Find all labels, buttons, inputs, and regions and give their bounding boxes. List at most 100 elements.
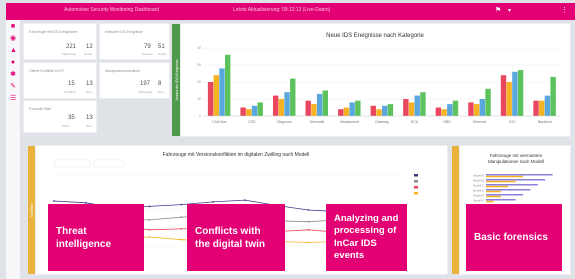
chart-title: Neue IDS Ereignisse nach Kategorie bbox=[326, 33, 424, 39]
bar bbox=[486, 174, 553, 176]
x-tick-label: Backend bbox=[538, 120, 552, 124]
filter-dropdown bbox=[93, 159, 125, 168]
bar bbox=[486, 175, 523, 178]
bar bbox=[224, 54, 231, 116]
bar bbox=[305, 100, 311, 116]
data-point bbox=[148, 205, 151, 208]
list-icon[interactable]: ☰ bbox=[10, 95, 16, 102]
data-point bbox=[307, 209, 310, 211]
y-tick-label: Modell F bbox=[473, 198, 484, 202]
y-tick-label: 0 bbox=[199, 114, 201, 118]
vehicle-icon[interactable]: ● bbox=[10, 59, 16, 66]
kpi-card-critical[interactable]: Kritische IDS-Ereignisse 79 51 Gesamt He… bbox=[100, 24, 169, 59]
app-title: Automotive Security Monitoring Dashboard bbox=[64, 7, 160, 13]
y-tick-label: 30 bbox=[197, 63, 201, 67]
x-tick-label: Diagnose bbox=[277, 120, 292, 124]
bar bbox=[284, 92, 290, 116]
bar bbox=[517, 70, 524, 116]
tools-icon[interactable]: ✎ bbox=[10, 83, 16, 90]
overlay-ids-analysis: Analyzing and processing of InCar IDS event… bbox=[326, 204, 407, 271]
kpi-card-manipulation[interactable]: Manipulationsverdacht 197 8 Fahrzeuge Ne… bbox=[100, 63, 169, 98]
bar bbox=[338, 109, 344, 116]
bar bbox=[479, 99, 486, 116]
bar bbox=[207, 82, 214, 116]
bar bbox=[408, 102, 415, 116]
bar bbox=[539, 100, 545, 116]
kpi-card-vehicles[interactable]: Fahrzeuge mit IDS-Ereignissen 221 12 Fah… bbox=[24, 24, 96, 59]
data-point bbox=[148, 219, 151, 221]
notification-icon[interactable]: ⚑ bbox=[495, 7, 501, 15]
y-tick-label: Modell E bbox=[473, 193, 484, 197]
data-point bbox=[180, 238, 183, 241]
y-tick-label: Modell C bbox=[473, 183, 484, 187]
side-rail: ■ ◉ ▲ ● ✱ ✎ ☰ bbox=[6, 20, 20, 279]
hbar-panel-strip bbox=[452, 146, 460, 274]
kpi-card-forensics[interactable]: Forensik-Fälle 35 13 Offen Neu bbox=[24, 101, 96, 132]
bar bbox=[349, 102, 355, 116]
bar bbox=[441, 109, 447, 116]
data-point bbox=[180, 228, 183, 230]
settings-icon[interactable]: ⋮ bbox=[561, 7, 568, 15]
bar bbox=[486, 200, 494, 203]
bar bbox=[278, 99, 285, 116]
chart-title: Manipulationen nach Modell bbox=[488, 159, 544, 164]
kpi-card-conflicts[interactable]: Offene Konflikte im DT 15 13 Konflikte N… bbox=[24, 63, 96, 98]
chart-title: Fahrzeuge mit vermuteten bbox=[490, 153, 543, 158]
bar bbox=[311, 104, 317, 116]
bar bbox=[414, 95, 420, 116]
bar bbox=[343, 107, 350, 116]
bar bbox=[486, 184, 538, 186]
x-tick-label: Infotainment bbox=[340, 120, 359, 124]
bar bbox=[251, 105, 258, 116]
bar bbox=[355, 100, 361, 116]
data-point bbox=[244, 199, 246, 201]
bar bbox=[322, 90, 328, 116]
bar bbox=[240, 107, 246, 116]
overlay-threat-intelligence: Threat intelligence bbox=[48, 204, 144, 271]
data-point bbox=[53, 200, 55, 202]
y-tick-label: Modell A bbox=[473, 173, 484, 177]
data-point bbox=[180, 216, 183, 219]
bar bbox=[486, 180, 516, 183]
data-point bbox=[212, 201, 214, 203]
bar bbox=[435, 107, 442, 116]
bar bbox=[382, 105, 388, 116]
bar bbox=[486, 194, 523, 196]
data-point bbox=[307, 220, 310, 223]
dashboard-icon[interactable]: ◉ bbox=[10, 35, 16, 42]
filter-dropdown bbox=[53, 159, 91, 168]
bar bbox=[403, 99, 409, 116]
y-tick-label: Modell D bbox=[473, 188, 484, 192]
x-tick-label: ECU bbox=[411, 120, 419, 124]
bar bbox=[219, 68, 225, 116]
alerts-icon[interactable]: ▲ bbox=[10, 47, 17, 54]
data-point bbox=[180, 203, 183, 206]
legend-swatch bbox=[414, 192, 418, 195]
chart-title: Fahrzeuge mit Versionskonflikten im digi… bbox=[163, 152, 310, 158]
bar bbox=[544, 95, 551, 116]
bar bbox=[486, 189, 531, 191]
top-bar: Automotive Security Monitoring Dashboard… bbox=[6, 3, 575, 20]
bar bbox=[213, 75, 219, 116]
bar bbox=[257, 102, 263, 116]
home-icon[interactable]: ■ bbox=[10, 23, 16, 30]
data-point bbox=[307, 228, 310, 231]
bar bbox=[486, 195, 501, 198]
user-menu-icon[interactable]: ▾ bbox=[508, 7, 511, 15]
network-icon[interactable]: ✱ bbox=[10, 71, 16, 78]
last-update-text: Letzte Aktualisierung: 09:12:13 (Live-Da… bbox=[233, 7, 331, 13]
bar bbox=[468, 102, 474, 116]
bar bbox=[473, 104, 480, 116]
bar bbox=[500, 75, 507, 116]
bar bbox=[370, 105, 377, 116]
bar bbox=[550, 76, 556, 116]
x-tick-label: Gateway bbox=[375, 120, 389, 124]
bar bbox=[447, 104, 453, 116]
bar-panel-strip: Anzahl der IDS-Ereignisse bbox=[172, 24, 181, 136]
bar bbox=[452, 100, 459, 116]
legend-swatch bbox=[414, 180, 418, 183]
bar bbox=[246, 109, 252, 116]
x-tick-label: CAN-Bus bbox=[212, 120, 227, 124]
x-tick-label: Telematik bbox=[310, 120, 325, 124]
overlay-conflicts-digital-twin: Conflicts with the digital twin bbox=[187, 204, 285, 271]
